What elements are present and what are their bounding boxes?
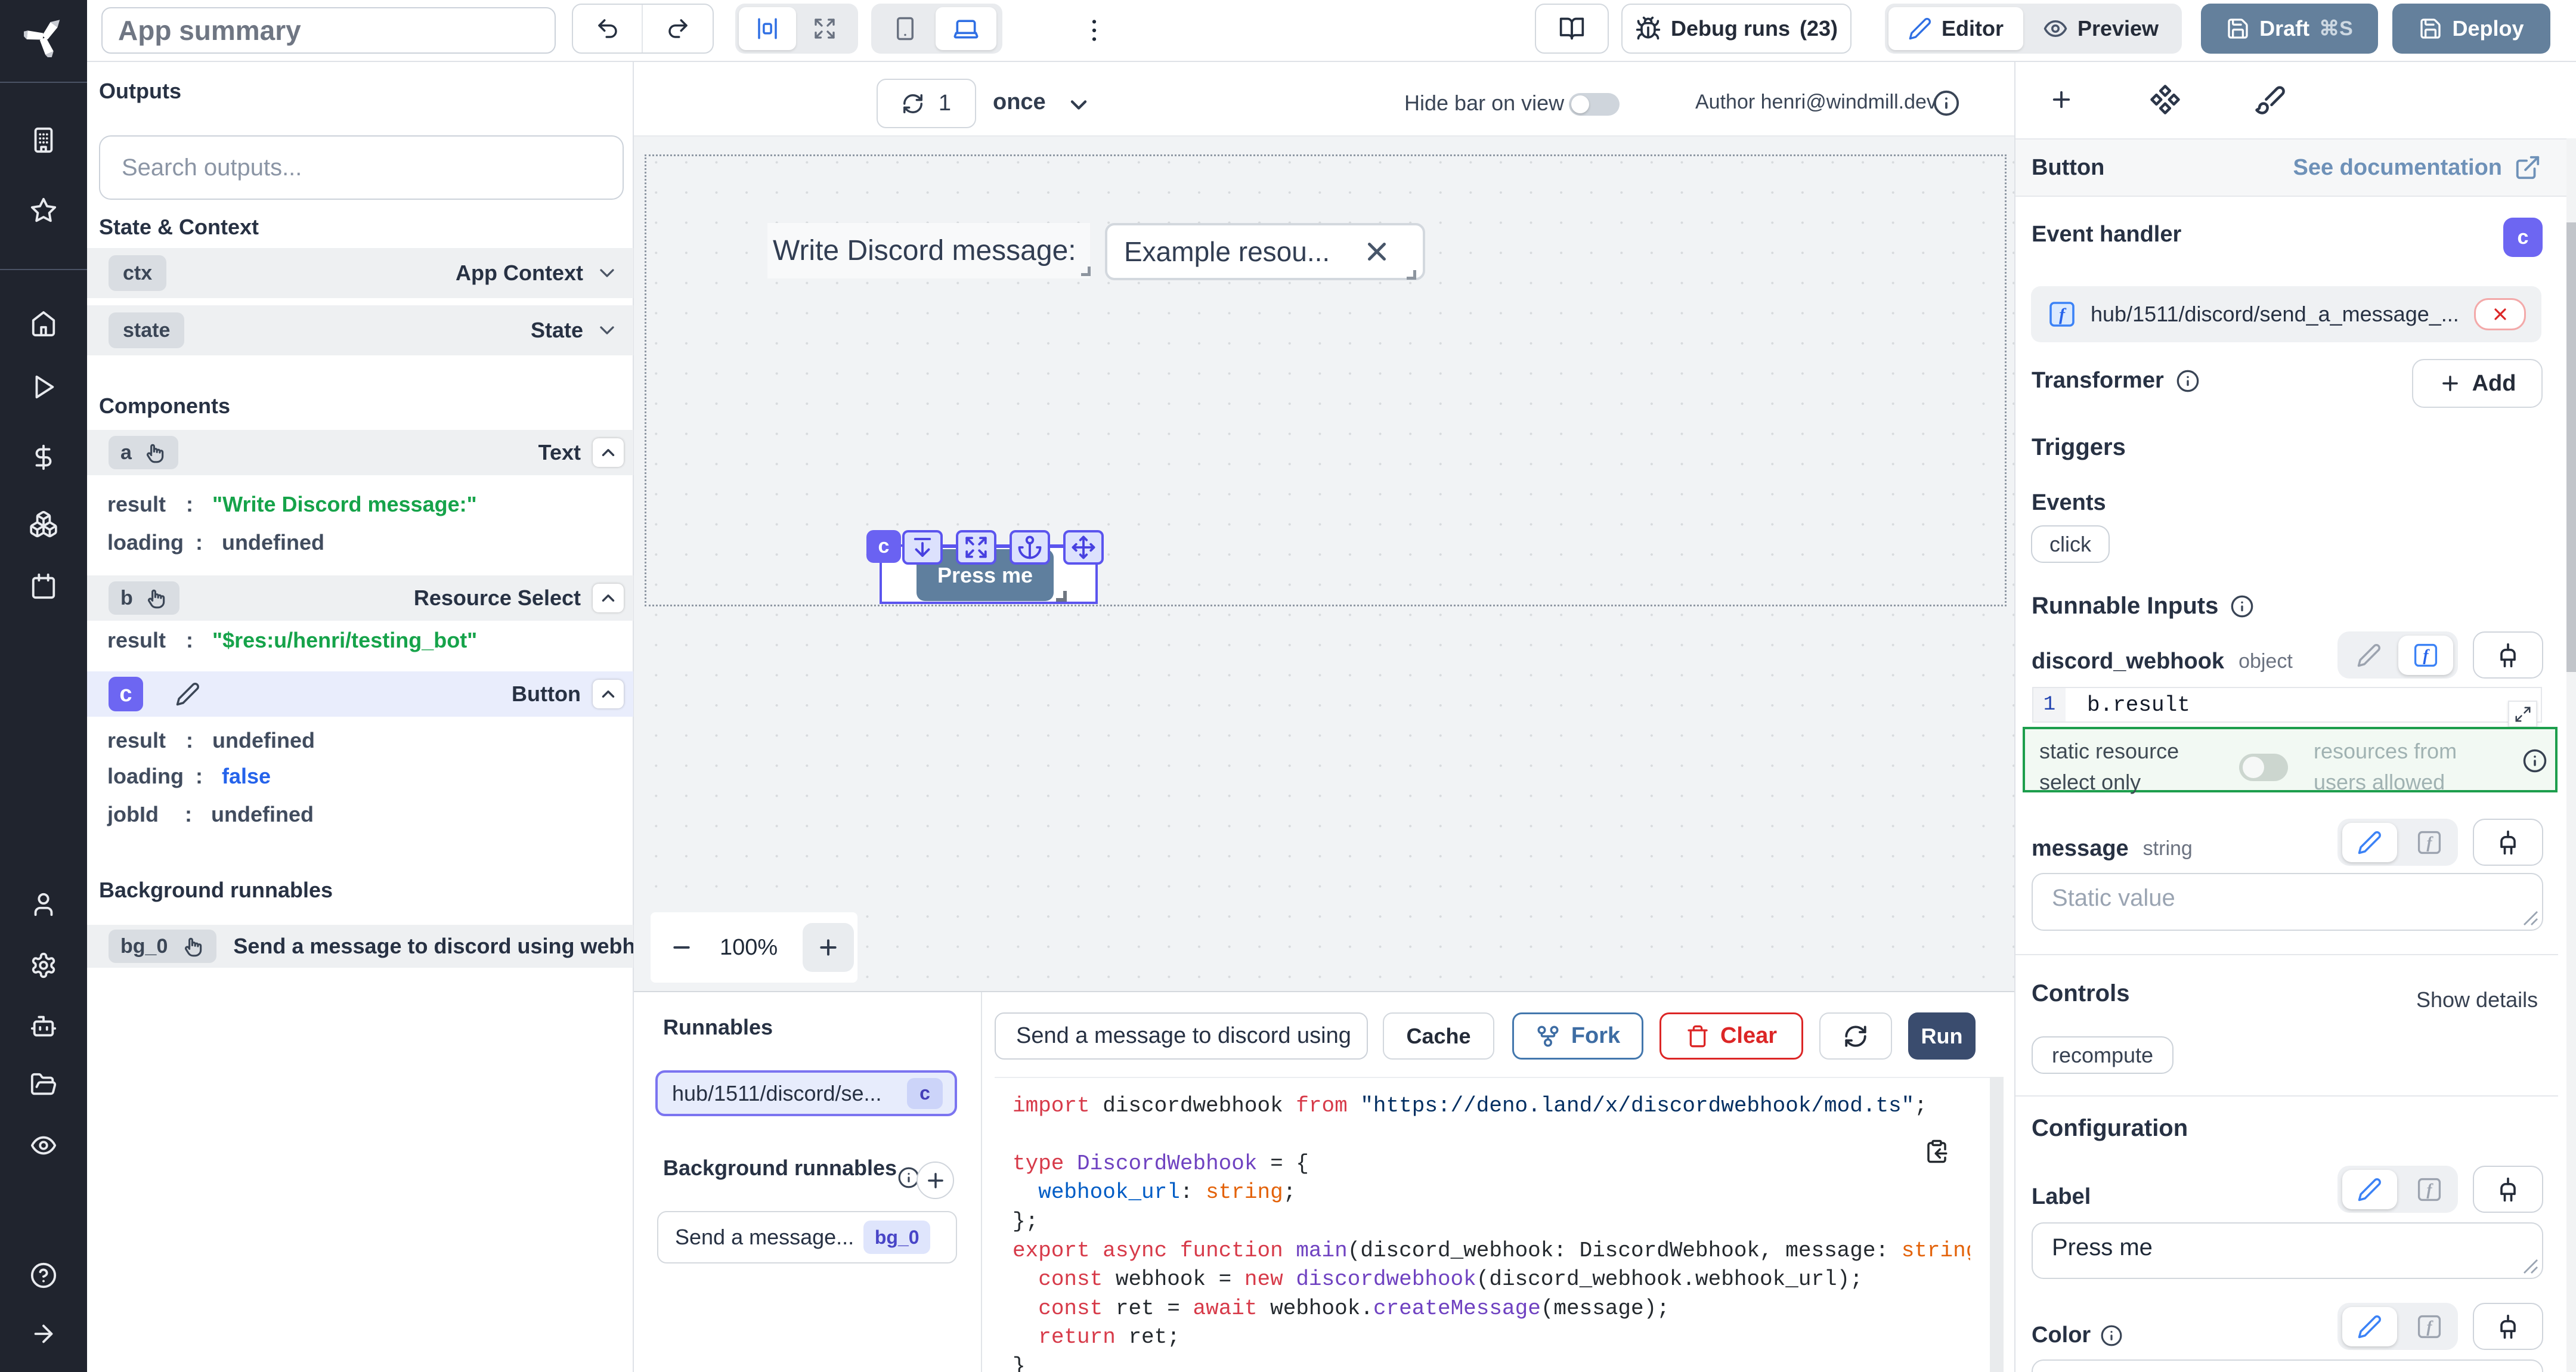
svg-text:f: f bbox=[2426, 1180, 2433, 1198]
svg-text:f: f bbox=[2426, 833, 2433, 851]
svg-text:f: f bbox=[2426, 1317, 2433, 1336]
